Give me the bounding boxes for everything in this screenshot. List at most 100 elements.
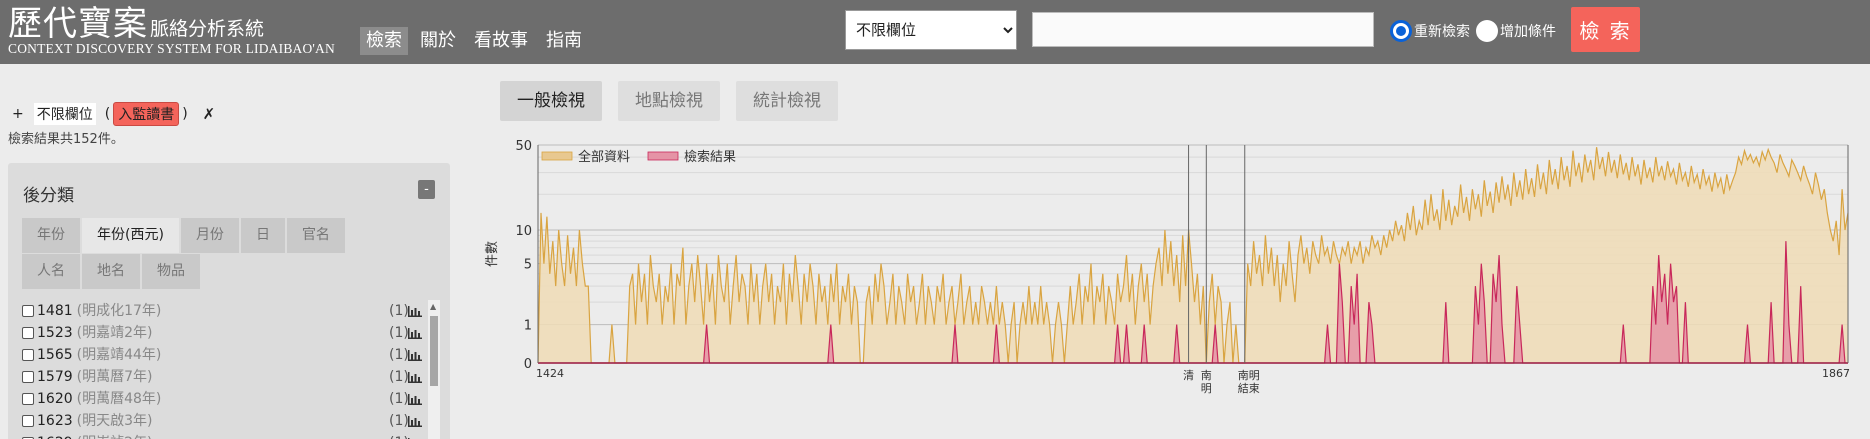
facet-era: (明崇禎2年) [77,432,153,439]
bar-chart-icon[interactable] [408,328,422,339]
query-summary: + 不限欄位 ( 入監讀書 ) ✗ [12,102,215,126]
facet-count: (1) [389,347,409,363]
radio-new-search-label: 重新檢索 [1414,24,1470,40]
x-tick-label: 1424 [536,367,564,380]
facet-item[interactable]: 1623 (明天啟3年) (1) [22,410,440,432]
tab-object[interactable]: 物品 [142,254,200,289]
search-mode: 重新檢索 增加條件 [1390,20,1562,42]
query-field: 不限欄位 [33,103,96,125]
y-tick-label: 1 [524,319,532,334]
search-button[interactable]: 檢 索 [1571,7,1640,52]
site-logo[interactable]: 歷代寶案 脈絡分析系統 CONTEXT DISCOVERY SYSTEM FOR … [8,6,335,56]
close-paren: ) [182,106,188,122]
scroll-thumb[interactable] [430,316,438,386]
facet-item[interactable]: 1565 (明嘉靖44年) (1) [22,344,440,366]
x-tick-label: 1867 [1822,367,1850,380]
annotation-label: 南明結束 [1238,369,1260,395]
facet-item[interactable]: 1481 (明成化17年) (1) [22,300,440,322]
facet-item[interactable]: 1523 (明嘉靖2年) (1) [22,322,440,344]
facet-year: 1565 [37,347,73,363]
y-tick-label: 0 [524,357,532,372]
facet-checkbox[interactable] [22,327,34,339]
facet-checkbox[interactable] [22,349,34,361]
facet-item[interactable]: 1579 (明萬曆7年) (1) [22,366,440,388]
nav-search[interactable]: 檢索 [360,27,408,55]
bar-chart-icon[interactable] [408,306,422,317]
facet-year: 1623 [37,413,73,429]
radio-add-condition[interactable] [1476,20,1498,42]
facet-checkbox[interactable] [22,393,34,405]
facet-scrollbar[interactable]: ▲ [428,300,440,439]
tab-place-view[interactable]: 地點檢視 [618,81,720,121]
remove-query-icon[interactable]: ✗ [203,105,216,123]
facet-era: (明天啟3年) [76,413,153,429]
nav-guide[interactable]: 指南 [540,27,588,55]
facet-tabs-row-2: 人名 地名 物品 [22,254,202,289]
tab-general-view[interactable]: 一般檢視 [500,81,602,121]
facet-checkbox[interactable] [22,415,34,427]
scroll-up-icon[interactable]: ▲ [430,302,436,311]
tab-year-western[interactable]: 年份(西元) [82,218,179,253]
facet-count: (1) [389,325,409,341]
facet-year: 1579 [37,369,73,385]
nav-about[interactable]: 關於 [414,27,462,55]
y-axis-label: 件數 [485,241,500,267]
annotation-label: 南明 [1201,369,1212,395]
facet-tabs-row-1: 年份 年份(西元) 月份 日 官名 [22,218,347,253]
bar-chart-icon[interactable] [408,372,422,383]
tab-month[interactable]: 月份 [180,218,239,253]
search-input[interactable] [1032,12,1374,47]
facet-count: (1) [389,369,409,385]
logo-english: CONTEXT DISCOVERY SYSTEM FOR LIDAIBAO'AN [8,41,335,56]
tab-year[interactable]: 年份 [22,218,80,253]
bar-chart-icon[interactable] [408,394,422,405]
legend-swatch [541,151,573,161]
y-tick-label: 50 [515,139,532,154]
legend-label: 全部資料 [578,149,630,165]
facet-checkbox[interactable] [22,305,34,317]
annotation-label-line: 明 [1201,382,1212,395]
panel-title: 後分類 [23,186,74,206]
add-condition-icon[interactable]: + [12,106,24,122]
query-term-tag[interactable]: 入監讀書 [113,102,180,126]
facet-count: (1) [389,432,409,439]
facet-checkbox[interactable] [22,371,34,383]
bar-chart-icon[interactable] [408,350,422,361]
collapse-button[interactable]: - [418,180,435,199]
nav-stories[interactable]: 看故事 [468,27,534,55]
tab-place[interactable]: 地名 [82,254,140,289]
field-select[interactable]: 不限欄位 [845,10,1017,50]
annotation-label-line: 南 [1201,369,1212,382]
open-paren: ( [104,106,111,122]
facet-count: (1) [389,413,409,429]
facet-list: 1481 (明成化17年) (1) 1523 (明嘉靖2年) (1) 1565 (明嘉靖44年… [22,300,440,439]
facet-count: (1) [389,391,409,407]
facet-year: 1620 [37,391,73,407]
facet-era: (明嘉靖44年) [76,347,162,363]
radio-new-search[interactable] [1390,20,1412,42]
annotation-label-line: 南明 [1238,369,1260,382]
legend-swatch [647,151,679,161]
view-tabs: 一般檢視 地點檢視 統計檢視 [500,81,838,121]
facet-era: (明萬曆7年) [76,369,153,385]
tab-stats-view[interactable]: 統計檢視 [736,81,838,121]
tab-day[interactable]: 日 [240,218,285,253]
tab-person[interactable]: 人名 [22,254,80,289]
facet-era: (明萬曆48年) [76,391,162,407]
facet-item[interactable]: 1629 (明崇禎2年) (1) [22,432,440,439]
logo-title: 歷代寶案 [8,4,148,44]
result-count: 檢索結果共152件。 [8,132,124,147]
facet-item[interactable]: 1620 (明萬曆48年) (1) [22,388,440,410]
main-nav: 檢索 關於 看故事 指南 [360,27,588,55]
facet-era: (明嘉靖2年) [76,325,153,341]
facet-era: (明成化17年) [76,303,162,319]
radio-add-condition-label: 增加條件 [1500,24,1556,40]
facet-year: 1629 [37,432,73,439]
timeline-chart: 0151050件數清 南明南明結束1424 1867全部資料 檢索結果 [485,139,1850,395]
y-tick-label: 10 [515,224,532,239]
bar-chart-icon[interactable] [408,416,422,427]
tab-official[interactable]: 官名 [286,218,345,253]
facet-year: 1523 [37,325,73,341]
facet-panel: 後分類 - 年份 年份(西元) 月份 日 官名 人名 地名 物品 1481 (明成… [8,163,450,439]
top-bar: 歷代寶案 脈絡分析系統 CONTEXT DISCOVERY SYSTEM FOR … [0,0,1870,64]
